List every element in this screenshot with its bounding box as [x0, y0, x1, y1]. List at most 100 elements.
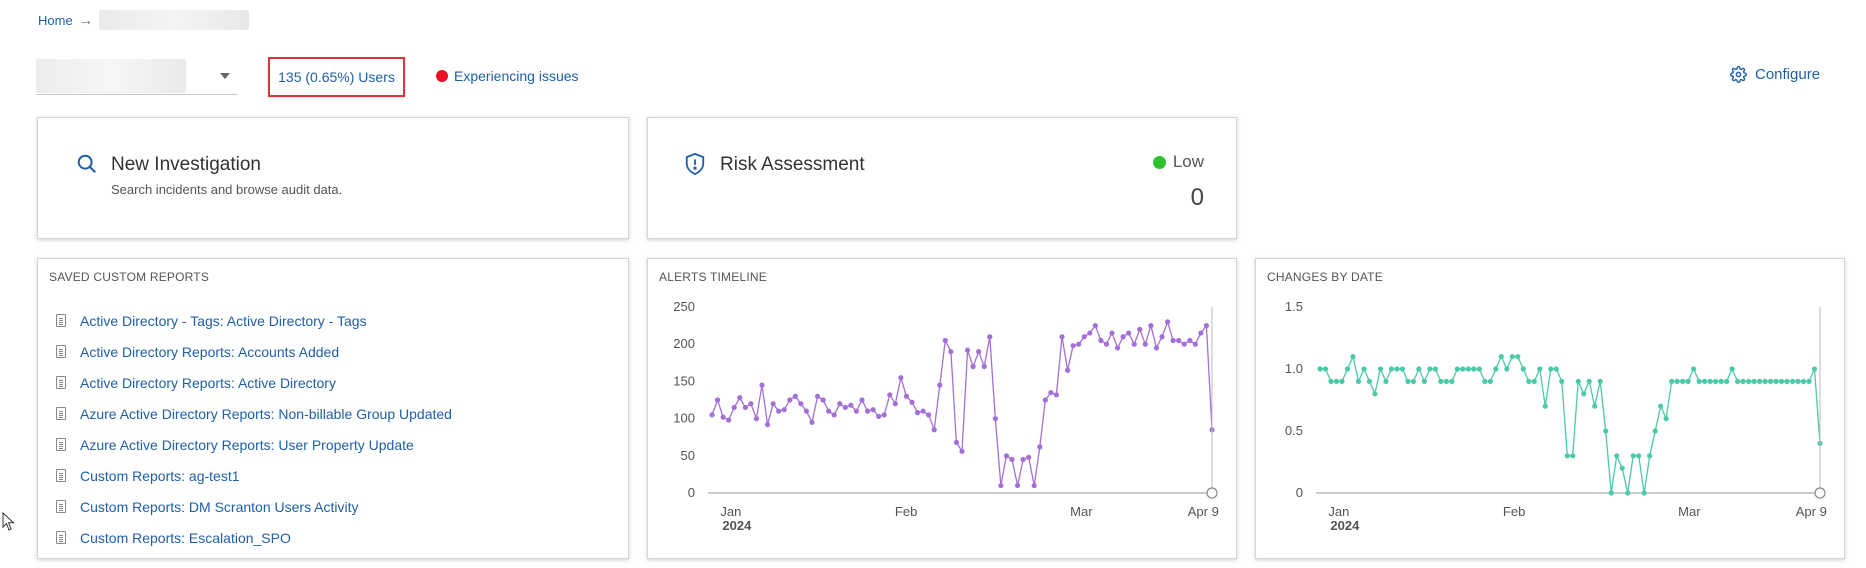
shield-alert-icon — [685, 152, 705, 176]
changes-data-point — [1811, 366, 1818, 372]
changes-data-point — [1778, 378, 1785, 384]
changes-data-point — [1564, 453, 1570, 459]
new-investigation-card[interactable]: New Investigation Search incidents and b… — [37, 117, 629, 239]
risk-level-badge: Low — [1152, 152, 1204, 172]
changes-data-point — [1718, 378, 1724, 384]
configure-button[interactable]: Configure — [1730, 66, 1820, 83]
alerts-x-tick-label: Feb — [895, 504, 917, 519]
report-link[interactable]: Azure Active Directory Reports: User Pro… — [56, 429, 452, 460]
scope-selector-dropdown[interactable] — [36, 57, 238, 95]
report-link[interactable]: Active Directory - Tags: Active Director… — [56, 305, 452, 336]
changes-data-point — [1614, 453, 1620, 459]
alerts-data-point — [903, 393, 910, 399]
alerts-data-point — [1142, 341, 1148, 347]
risk-score-value: 0 — [1190, 184, 1204, 211]
changes-data-point — [1652, 428, 1658, 434]
report-link[interactable]: Custom Reports: Escalation_SPO — [56, 522, 452, 553]
changes-x-tick-label: Jan — [1328, 504, 1349, 519]
changes-data-point — [1592, 403, 1598, 409]
report-link[interactable]: Azure Active Directory Reports: Non-bill… — [56, 398, 452, 429]
changes-data-point — [1449, 378, 1455, 384]
alerts-data-point — [1070, 343, 1076, 349]
changes-data-point — [1410, 378, 1417, 384]
changes-data-point — [1553, 366, 1559, 372]
changes-data-point — [1339, 378, 1345, 384]
changes-data-point — [1366, 378, 1373, 384]
changes-by-date-chart[interactable]: 0 0.5 1.0 1.5 Jan Feb Mar Apr 9 2024 — [1256, 259, 1846, 560]
alerts-timeline-chart[interactable]: 0 50 100 150 200 250 Jan Feb Mar Apr 9 2024 — [648, 259, 1238, 560]
changes-data-point — [1674, 378, 1680, 384]
alerts-data-point — [714, 397, 721, 403]
alerts-data-point — [1176, 337, 1182, 344]
changes-y-tick-label: 0.5 — [1285, 423, 1303, 438]
changes-data-point — [1388, 366, 1395, 372]
changes-data-point — [1795, 378, 1801, 384]
changes-x-tick-label: Feb — [1503, 504, 1525, 519]
alerts-data-point — [942, 337, 948, 344]
alerts-data-point — [959, 448, 965, 454]
report-link[interactable]: Custom Reports: DM Scranton Users Activi… — [56, 491, 452, 522]
changes-data-point — [1800, 378, 1807, 384]
report-link[interactable]: Active Directory Reports: Active Directo… — [56, 367, 452, 398]
changes-data-point — [1773, 378, 1779, 384]
alerts-data-point — [1159, 334, 1165, 340]
changes-y-tick-label: 1.5 — [1285, 299, 1303, 314]
changes-data-point — [1723, 378, 1730, 384]
alerts-data-point — [964, 347, 971, 353]
changes-data-point — [1734, 378, 1741, 384]
risk-level-dot-icon — [1152, 155, 1166, 169]
alerts-data-point — [1031, 482, 1037, 489]
alerts-data-point — [887, 392, 893, 398]
report-link[interactable]: Custom Reports: ag-test1 — [56, 460, 452, 491]
alerts-data-point — [1103, 341, 1110, 347]
alerts-data-point — [831, 412, 837, 418]
risk-assessment-card[interactable]: Risk Assessment Low 0 — [647, 117, 1237, 239]
alerts-data-point — [1131, 341, 1137, 347]
changes-data-point — [1625, 490, 1631, 496]
changes-data-point — [1663, 416, 1669, 422]
report-link-label: Custom Reports: DM Scranton Users Activi… — [80, 498, 359, 515]
report-link-label: Active Directory - Tags: Active Director… — [80, 312, 367, 329]
breadcrumb-home-link[interactable]: Home — [38, 13, 73, 28]
changes-data-point — [1685, 378, 1691, 384]
changes-x-tick-label: Mar — [1678, 504, 1701, 519]
changes-data-point — [1691, 366, 1697, 372]
users-count-button[interactable]: 135 (0.65%) Users — [268, 57, 405, 97]
alerts-data-point — [1081, 334, 1087, 340]
changes-hover-marker — [1814, 487, 1826, 499]
alerts-x-tick-label: Mar — [1070, 504, 1093, 519]
changes-data-point — [1515, 354, 1521, 360]
status-dot-icon — [436, 70, 448, 82]
alerts-data-point — [1026, 454, 1032, 460]
changes-data-point — [1597, 378, 1603, 384]
document-icon — [56, 500, 66, 513]
experiencing-issues-link[interactable]: Experiencing issues — [436, 68, 579, 84]
alerts-data-point — [731, 404, 737, 411]
alerts-data-point — [1203, 323, 1210, 329]
alerts-data-point — [909, 399, 915, 405]
alerts-data-point — [1009, 456, 1015, 463]
changes-data-point — [1333, 378, 1340, 384]
alerts-data-point — [742, 404, 748, 411]
report-link-label: Active Directory Reports: Accounts Added — [80, 343, 340, 360]
alerts-data-point — [876, 413, 882, 419]
alerts-data-point — [803, 408, 810, 414]
changes-x-tick-label: Apr 9 — [1796, 504, 1827, 519]
changes-data-point — [1751, 378, 1757, 384]
alerts-x-tick-label: Jan — [720, 504, 741, 519]
report-link-label: Azure Active Directory Reports: Non-bill… — [80, 405, 452, 422]
document-icon — [56, 376, 66, 389]
alerts-data-point — [1087, 330, 1093, 336]
alerts-data-point — [1092, 323, 1098, 329]
alerts-y-tick-label: 0 — [688, 485, 695, 500]
alerts-data-point — [1114, 345, 1121, 351]
alerts-data-point — [1053, 392, 1060, 398]
alerts-data-point — [1098, 337, 1104, 344]
changes-data-point — [1762, 378, 1768, 384]
alerts-data-point — [1120, 334, 1126, 340]
report-link[interactable]: Active Directory Reports: Accounts Added — [56, 336, 452, 367]
changes-data-point — [1482, 378, 1488, 384]
alerts-series-line — [711, 319, 1213, 486]
alerts-y-tick-label: 200 — [673, 336, 695, 351]
alerts-data-point — [853, 408, 860, 414]
